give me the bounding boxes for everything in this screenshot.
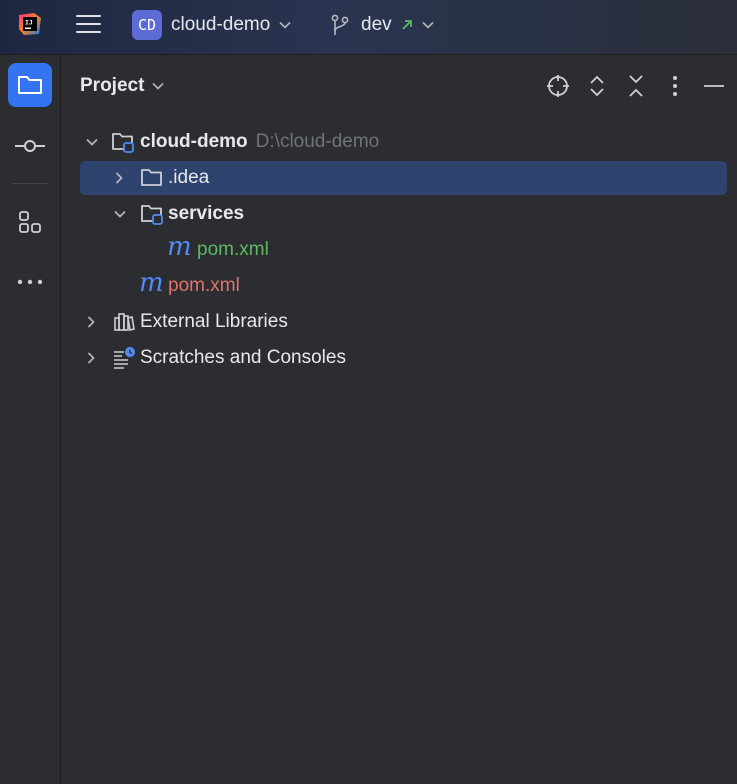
module-folder-icon	[141, 205, 163, 225]
tree-row-path: D:\cloud-demo	[255, 131, 380, 152]
options-button[interactable]	[662, 73, 688, 99]
chevron-right-icon[interactable]	[84, 315, 98, 329]
minus-icon	[704, 85, 724, 87]
folder-icon	[18, 76, 42, 94]
tool-window-strip	[0, 55, 61, 784]
push-arrow-icon	[402, 20, 412, 30]
tree-row-label: Scratches and Consoles	[140, 347, 346, 368]
more-horizontal-icon	[17, 279, 43, 285]
folder-icon	[141, 169, 162, 186]
chevron-down-icon	[422, 21, 434, 29]
strip-separator	[12, 183, 48, 184]
tree-row-label: services	[168, 203, 245, 224]
project-badge: CD	[132, 10, 162, 40]
commit-icon	[15, 140, 45, 152]
tree-row-label: cloud-demo D:\cloud-demo	[140, 131, 380, 152]
project-selector[interactable]: CD cloud-demo	[132, 9, 291, 41]
tree-row-idea[interactable]: .idea	[61, 160, 737, 196]
structure-tool-button[interactable]	[8, 200, 52, 244]
tree-row-services[interactable]: services	[61, 196, 737, 232]
intellij-idea-logo-icon[interactable]: IJ	[18, 12, 42, 36]
title-bar: IJ CD cloud-demo dev	[0, 0, 737, 55]
chevron-right-icon[interactable]	[112, 171, 126, 185]
branch-name: dev	[361, 14, 392, 35]
structure-icon	[19, 211, 41, 233]
locate-button[interactable]	[545, 73, 571, 99]
branch-selector[interactable]: dev	[331, 9, 434, 41]
collapse-all-button[interactable]	[623, 73, 649, 99]
main-menu-button[interactable]	[76, 13, 102, 35]
vertical-dots-icon	[673, 76, 677, 96]
maven-icon: m	[139, 268, 164, 298]
project-name: cloud-demo	[171, 14, 271, 35]
commit-tool-button[interactable]	[8, 124, 52, 168]
panel-title: Project	[80, 75, 145, 96]
tree-row-external-libraries[interactable]: External Libraries	[61, 304, 737, 340]
project-tool-button[interactable]	[8, 63, 52, 107]
expand-all-button[interactable]	[584, 73, 610, 99]
tree-row-scratches[interactable]: Scratches and Consoles	[61, 340, 737, 376]
tree-row-label: External Libraries	[140, 311, 288, 332]
expand-all-icon	[590, 75, 604, 97]
maven-icon: m	[167, 232, 192, 262]
chevron-down-icon	[279, 21, 291, 29]
tree-row-root-pom[interactable]: m pom.xml	[61, 268, 737, 304]
collapse-all-icon	[629, 75, 643, 97]
hide-button[interactable]	[701, 73, 727, 99]
module-folder-icon	[112, 133, 134, 153]
chevron-down-icon	[152, 82, 164, 90]
libraries-icon	[114, 313, 135, 331]
scratches-icon	[114, 347, 135, 369]
tree-row-services-pom[interactable]: m pom.xml	[61, 232, 737, 268]
tree-row-label: pom.xml	[197, 239, 269, 260]
tree-row-label: pom.xml	[168, 275, 240, 296]
tree-row-root[interactable]: cloud-demo D:\cloud-demo	[61, 124, 737, 160]
chevron-right-icon[interactable]	[84, 351, 98, 365]
svg-text:IJ: IJ	[25, 19, 33, 27]
project-panel-header: Project	[61, 55, 737, 117]
tree-row-label: .idea	[168, 167, 210, 188]
more-tools-button[interactable]	[8, 260, 52, 304]
chevron-down-icon[interactable]	[113, 207, 127, 221]
git-branch-icon	[331, 14, 349, 35]
project-view-selector[interactable]: Project	[80, 75, 164, 97]
crosshair-icon	[547, 75, 569, 97]
chevron-down-icon[interactable]	[85, 135, 99, 149]
